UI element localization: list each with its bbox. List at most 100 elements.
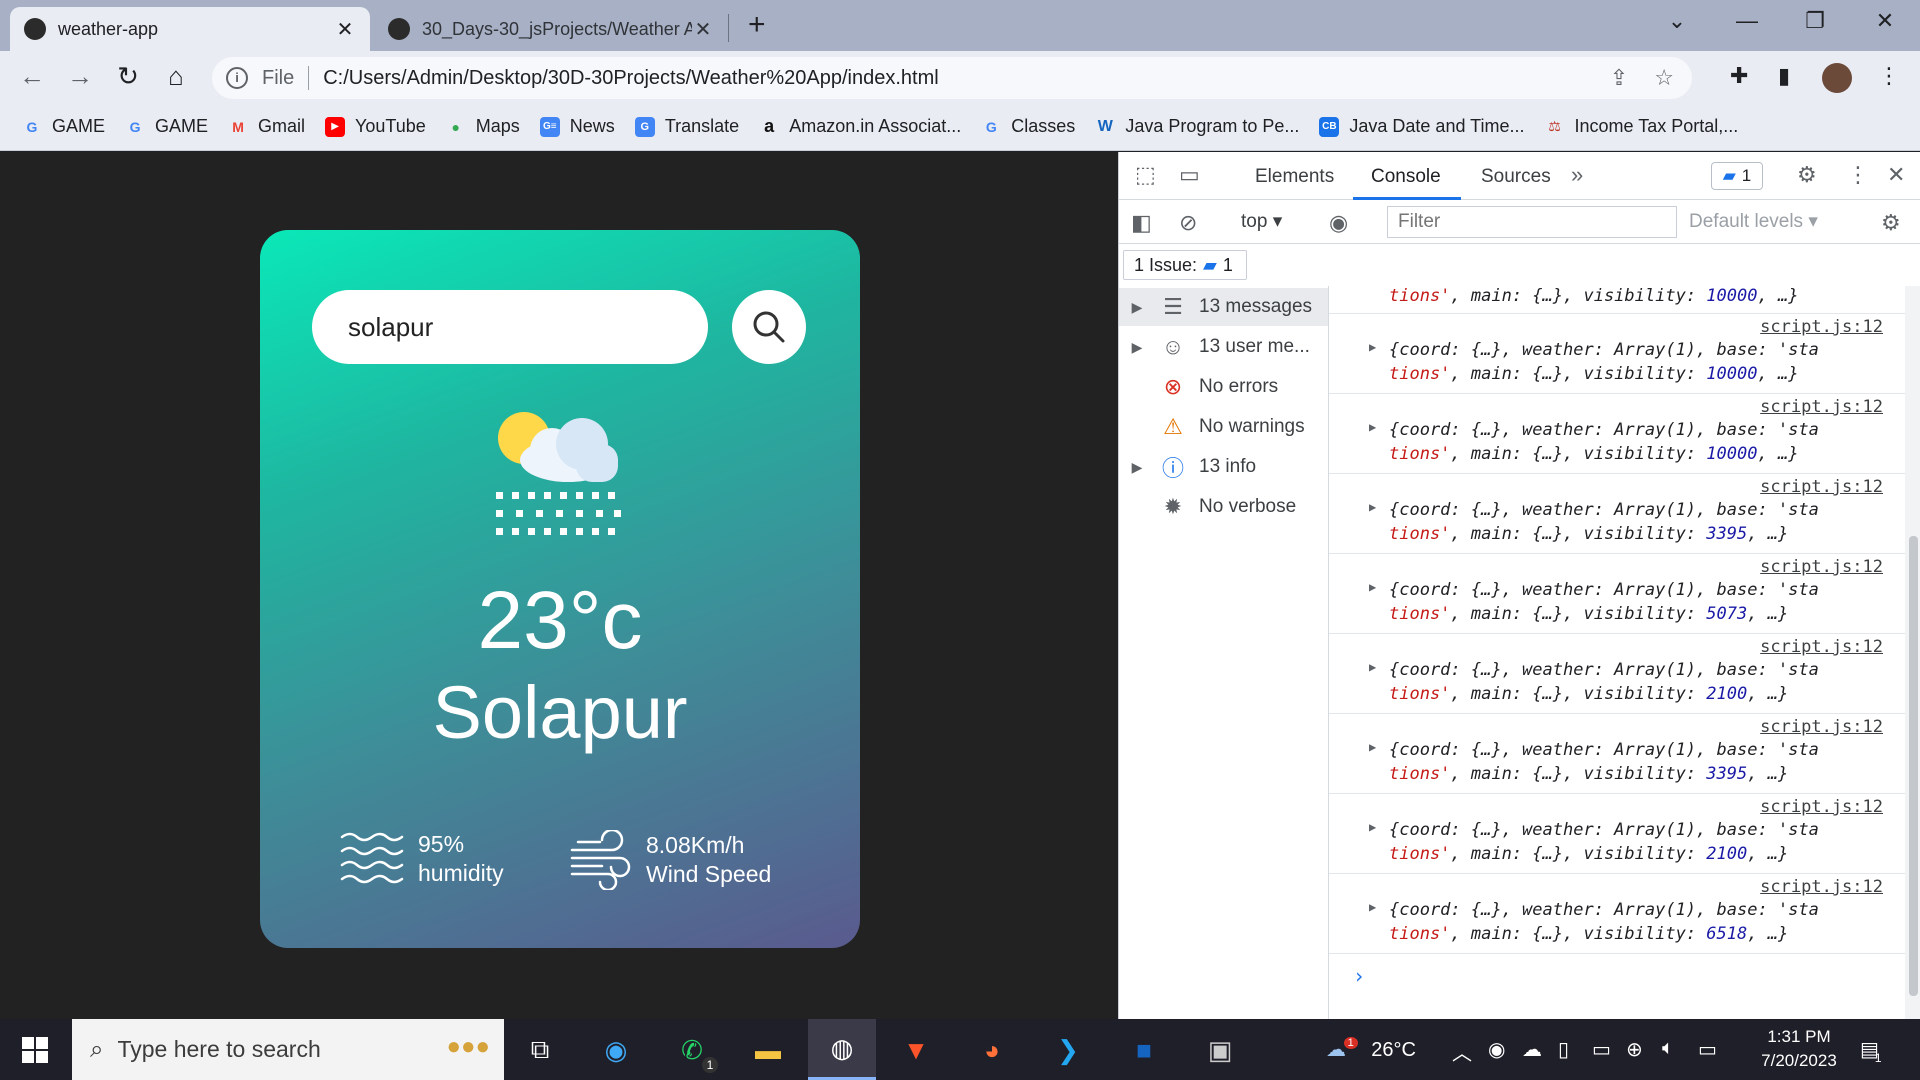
address-bar[interactable]: i File C:/Users/Admin/Desktop/30D-30Proj… <box>212 57 1692 99</box>
sidebar-toggle-icon[interactable]: ◧ <box>1131 210 1152 236</box>
edge-icon[interactable]: ◉ <box>594 1029 638 1071</box>
expand-object-icon[interactable]: ▶ <box>1369 500 1376 514</box>
app-icon[interactable]: ■ <box>1122 1029 1166 1071</box>
whatsapp-icon[interactable]: ✆ 1 <box>670 1029 718 1073</box>
log-levels-dropdown[interactable]: Default levels ▾ <box>1689 210 1818 233</box>
brave-icon[interactable]: ▼ <box>894 1029 938 1071</box>
expand-object-icon[interactable]: ▶ <box>1369 420 1376 434</box>
bookmark-game-2[interactable]: G GAME <box>125 116 208 137</box>
bookmark-java-program[interactable]: W Java Program to Pe... <box>1095 116 1300 137</box>
bookmark-gmail[interactable]: M Gmail <box>228 116 305 137</box>
clear-console-icon[interactable]: ⊘ <box>1179 210 1197 236</box>
file-explorer-icon[interactable]: ▬ <box>746 1029 790 1071</box>
bookmark-game-1[interactable]: G GAME <box>22 116 105 137</box>
notification-center-icon[interactable]: ▤1 <box>1860 1037 1886 1065</box>
devtools-menu-icon[interactable]: ⋮ <box>1847 162 1869 188</box>
bookmark-news[interactable]: G≡ News <box>539 116 615 137</box>
sidebar-item-info[interactable]: ▶ ⓘ 13 info <box>1119 448 1328 486</box>
chrome-icon[interactable]: ◍ <box>808 1019 876 1080</box>
console-filter-input[interactable] <box>1387 206 1677 238</box>
sidebar-item-warnings[interactable]: ⚠ No warnings <box>1119 408 1328 446</box>
issues-badge[interactable]: ▰ 1 <box>1711 162 1763 190</box>
sidebar-item-verbose[interactable]: ✹ No verbose <box>1119 488 1328 526</box>
share-icon[interactable]: ⇪ <box>1610 65 1628 91</box>
search-button[interactable] <box>732 290 806 364</box>
back-button[interactable]: ← <box>16 61 48 92</box>
tab-elements[interactable]: Elements <box>1255 166 1334 188</box>
tab-github[interactable]: 30_Days-30_jsProjects/Weather A ✕ <box>374 7 728 51</box>
profile-avatar[interactable] <box>1822 63 1852 93</box>
console-log-entry[interactable]: script.js:12 ▶ {coord: {…}, weather: Arra… <box>1329 554 1905 634</box>
windows-start-icon[interactable] <box>22 1037 48 1063</box>
new-tab-button[interactable]: + <box>748 8 766 42</box>
side-panel-icon[interactable]: ▮ <box>1778 63 1790 89</box>
taskbar-search-box[interactable]: ⌕ Type here to search ●●● <box>72 1019 504 1080</box>
display-icon[interactable]: ▭ <box>1592 1037 1611 1062</box>
battery-icon[interactable]: ▭ <box>1698 1037 1717 1062</box>
menu-icon[interactable]: ⋮ <box>1878 63 1900 89</box>
expand-object-icon[interactable]: ▶ <box>1369 660 1376 674</box>
weather-widget[interactable]: ☁ 1 26°C <box>1326 1037 1416 1062</box>
tab-console[interactable]: Console <box>1371 166 1441 188</box>
console-settings-icon[interactable]: ⚙ <box>1881 210 1901 236</box>
log-source-link[interactable]: script.js:12 <box>1760 717 1883 737</box>
expand-arrow-icon[interactable]: ▶ <box>1119 299 1155 316</box>
scrollbar-thumb[interactable] <box>1909 536 1918 996</box>
issues-counter[interactable]: 1 Issue: ▰ 1 <box>1123 250 1247 280</box>
console-log-entry[interactable]: script.js:12 ▶ {coord: {…}, weather: Arra… <box>1329 714 1905 794</box>
settings-gear-icon[interactable]: ⚙ <box>1797 162 1817 188</box>
live-expression-eye-icon[interactable]: ◉ <box>1329 210 1348 236</box>
console-log-entry[interactable]: script.js:12 ▶ {coord: {…}, weather: Arra… <box>1329 634 1905 714</box>
context-selector[interactable]: top ▾ <box>1241 210 1282 233</box>
sidebar-item-errors[interactable]: ⊗ No errors <box>1119 368 1328 406</box>
log-source-link[interactable]: script.js:12 <box>1760 557 1883 577</box>
bookmark-classes[interactable]: G Classes <box>981 116 1075 137</box>
expand-object-icon[interactable]: ▶ <box>1369 900 1376 914</box>
device-icon[interactable]: ▯ <box>1558 1037 1569 1062</box>
expand-arrow-icon[interactable]: ▶ <box>1119 339 1155 356</box>
device-toolbar-icon[interactable]: ▭ <box>1179 162 1200 188</box>
tab-weather-app[interactable]: weather-app ✕ <box>10 7 370 51</box>
reload-button[interactable]: ↻ <box>112 61 144 92</box>
forward-button[interactable]: → <box>64 61 96 92</box>
expand-object-icon[interactable]: ▶ <box>1369 340 1376 354</box>
log-source-link[interactable]: script.js:12 <box>1760 477 1883 497</box>
more-tabs-icon[interactable]: » <box>1571 162 1583 188</box>
console-log-entry[interactable]: script.js:12 ▶ {coord: {…}, weather: Arra… <box>1329 314 1905 394</box>
bookmark-java-date[interactable]: CB Java Date and Time... <box>1319 116 1524 137</box>
close-tab-icon[interactable]: ✕ <box>692 17 714 42</box>
site-info-icon[interactable]: i <box>226 67 248 89</box>
console-log-entry[interactable]: script.js:12 ▶ {coord: {…}, weather: Arra… <box>1329 874 1905 954</box>
record-icon[interactable]: ◉ <box>1488 1037 1505 1062</box>
task-view-icon[interactable]: ⧉ <box>518 1029 562 1071</box>
console-log-entry[interactable]: script.js:12 ▶ {coord: {…}, weather: Arra… <box>1329 474 1905 554</box>
expand-arrow-icon[interactable]: ▶ <box>1119 459 1155 476</box>
bookmark-star-icon[interactable]: ☆ <box>1654 65 1674 91</box>
log-source-link[interactable]: script.js:12 <box>1760 317 1883 337</box>
sidebar-item-user-messages[interactable]: ▶ ☺ 13 user me... <box>1119 328 1328 366</box>
bookmark-amazon[interactable]: a Amazon.in Associat... <box>759 116 961 137</box>
log-source-link[interactable]: script.js:12 <box>1760 797 1883 817</box>
expand-object-icon[interactable]: ▶ <box>1369 740 1376 754</box>
close-window-button[interactable]: ✕ <box>1870 8 1900 34</box>
bookmark-income-tax[interactable]: ⚖ Income Tax Portal,... <box>1544 116 1738 137</box>
log-source-link[interactable]: script.js:12 <box>1760 877 1883 897</box>
restore-button[interactable]: ❐ <box>1800 8 1830 34</box>
console-log-entry[interactable]: script.js:12 ▶ {coord: {…}, weather: Arra… <box>1329 794 1905 874</box>
close-tab-icon[interactable]: ✕ <box>334 17 356 42</box>
url-text[interactable]: C:/Users/Admin/Desktop/30D-30Projects/We… <box>323 67 938 90</box>
expand-object-icon[interactable]: ▶ <box>1369 820 1376 834</box>
log-source-link[interactable]: script.js:12 <box>1760 637 1883 657</box>
inspect-element-icon[interactable]: ⬚ <box>1135 162 1156 188</box>
volume-icon[interactable]: 🔈︎ <box>1662 1037 1674 1060</box>
globe-language-icon[interactable]: ⊕ <box>1626 1037 1643 1062</box>
tab-search-icon[interactable]: ⌄ <box>1662 8 1692 34</box>
home-button[interactable]: ⌂ <box>160 61 192 92</box>
firefox-icon[interactable]: ◕ <box>970 1029 1014 1071</box>
minimize-button[interactable]: — <box>1732 8 1762 34</box>
bookmark-youtube[interactable]: ▶ YouTube <box>325 116 426 137</box>
console-log-entry[interactable]: script.js:12 ▶ {coord: {…}, weather: Arra… <box>1329 394 1905 474</box>
chevron-up-icon[interactable]: ︿ <box>1452 1037 1472 1066</box>
console-prompt[interactable]: › <box>1353 964 1365 988</box>
cloud-sync-icon[interactable]: ☁ <box>1522 1037 1542 1062</box>
